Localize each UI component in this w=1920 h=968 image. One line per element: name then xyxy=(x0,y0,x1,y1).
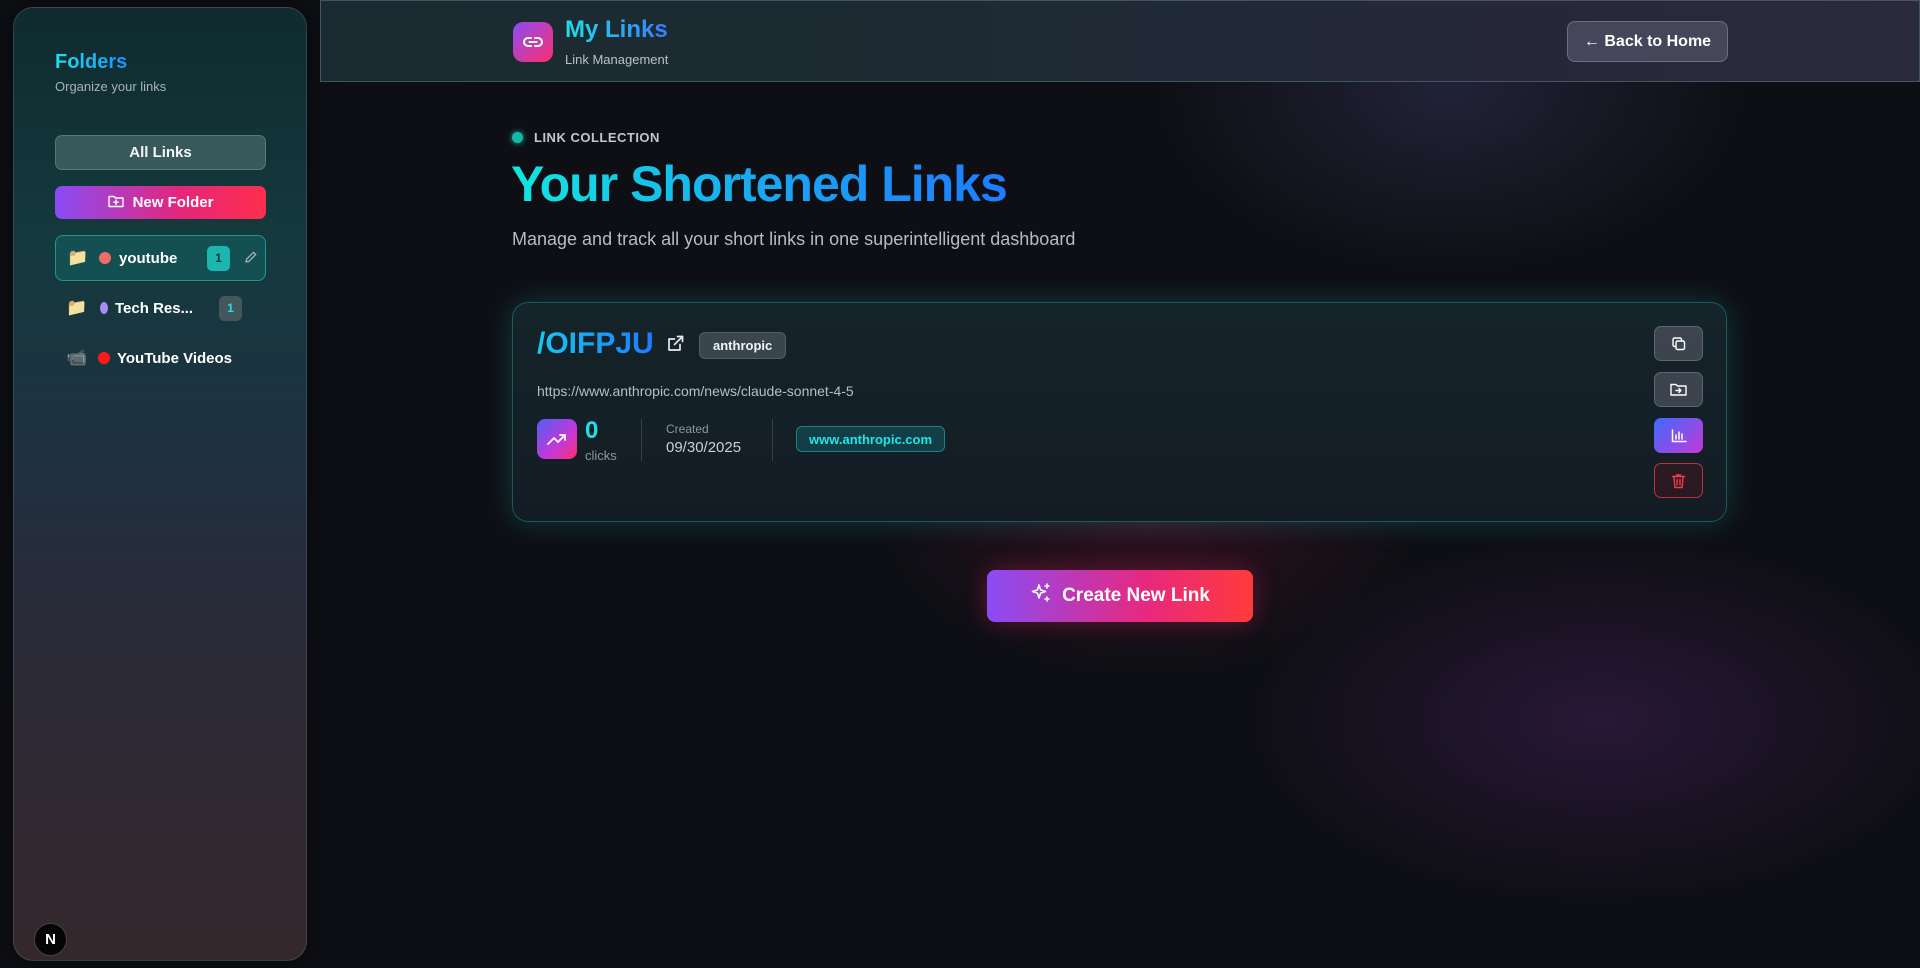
folder-name: Tech Res... xyxy=(115,299,194,317)
move-to-folder-button[interactable] xyxy=(1654,372,1703,407)
copy-icon xyxy=(1671,336,1685,350)
edit-pencil-icon[interactable] xyxy=(244,250,258,267)
eyebrow-label: LINK COLLECTION xyxy=(534,130,660,145)
external-link-icon[interactable] xyxy=(666,334,685,358)
create-new-link-button[interactable]: Create New Link xyxy=(987,570,1253,622)
folder-item-tech-res[interactable]: 📁 Tech Res... 1 xyxy=(55,285,266,331)
status-dot xyxy=(512,132,523,143)
video-camera-icon: 📹 xyxy=(66,348,88,367)
link-card: /OIFPJU anthropic https://www.anthropic.… xyxy=(512,302,1727,522)
folder-move-icon xyxy=(1670,383,1687,396)
folder-item-youtube-videos[interactable]: 📹 YouTube Videos xyxy=(55,335,266,381)
dev-tools-badge[interactable]: N xyxy=(34,923,67,956)
domain-badge: www.anthropic.com xyxy=(796,426,946,452)
app-title: My Links xyxy=(565,16,668,43)
trash-icon xyxy=(1671,473,1686,488)
folder-count-badge: 1 xyxy=(219,295,242,321)
folder-name: youtube xyxy=(119,249,178,267)
folder-color-dot xyxy=(99,252,111,264)
section-eyebrow: LINK COLLECTION xyxy=(512,130,660,145)
short-link-slug[interactable]: /OIFPJU xyxy=(537,327,654,361)
folder-name: YouTube Videos xyxy=(117,349,233,367)
new-folder-label: New Folder xyxy=(132,194,214,211)
folder-color-dot xyxy=(100,302,108,314)
top-header: My Links Link Management ← Back to Home xyxy=(320,0,1920,82)
created-label: Created xyxy=(666,422,709,436)
sidebar-subtitle: Organize your links xyxy=(55,79,167,94)
all-links-button[interactable]: All Links xyxy=(55,135,266,170)
app-subtitle: Link Management xyxy=(565,52,669,67)
link-tag: anthropic xyxy=(699,332,787,359)
folder-icon: 📁 xyxy=(67,248,89,267)
folder-item-youtube[interactable]: 📁 youtube 1 xyxy=(55,235,266,281)
page-description: Manage and track all your short links in… xyxy=(512,229,1076,249)
create-new-link-label: Create New Link xyxy=(1062,585,1210,606)
bar-chart-icon xyxy=(1671,428,1687,442)
page-title: Your Shortened Links xyxy=(511,156,1008,212)
destination-url: https://www.anthropic.com/news/claude-so… xyxy=(537,383,854,399)
sidebar-title: Folders xyxy=(55,51,128,73)
folders-sidebar: Folders Organize your links All Links Ne… xyxy=(13,7,307,961)
folder-count-badge: 1 xyxy=(207,245,230,271)
copy-button[interactable] xyxy=(1654,326,1703,361)
sparkles-icon xyxy=(1030,582,1052,610)
trending-up-icon xyxy=(537,419,577,459)
created-date: 09/30/2025 xyxy=(666,439,742,456)
back-to-home-button[interactable]: ← Back to Home xyxy=(1567,21,1728,62)
click-count-label: clicks xyxy=(585,448,617,463)
delete-button[interactable] xyxy=(1654,463,1703,498)
stat-divider xyxy=(641,419,642,461)
folder-color-dot xyxy=(98,352,110,364)
link-logo-icon xyxy=(513,22,553,62)
new-folder-button[interactable]: New Folder xyxy=(55,186,266,219)
folder-icon: 📁 xyxy=(66,298,88,317)
analytics-button[interactable] xyxy=(1654,418,1703,453)
folder-plus-icon xyxy=(107,194,124,212)
stat-divider xyxy=(772,419,773,461)
click-count: 0 xyxy=(585,417,599,444)
